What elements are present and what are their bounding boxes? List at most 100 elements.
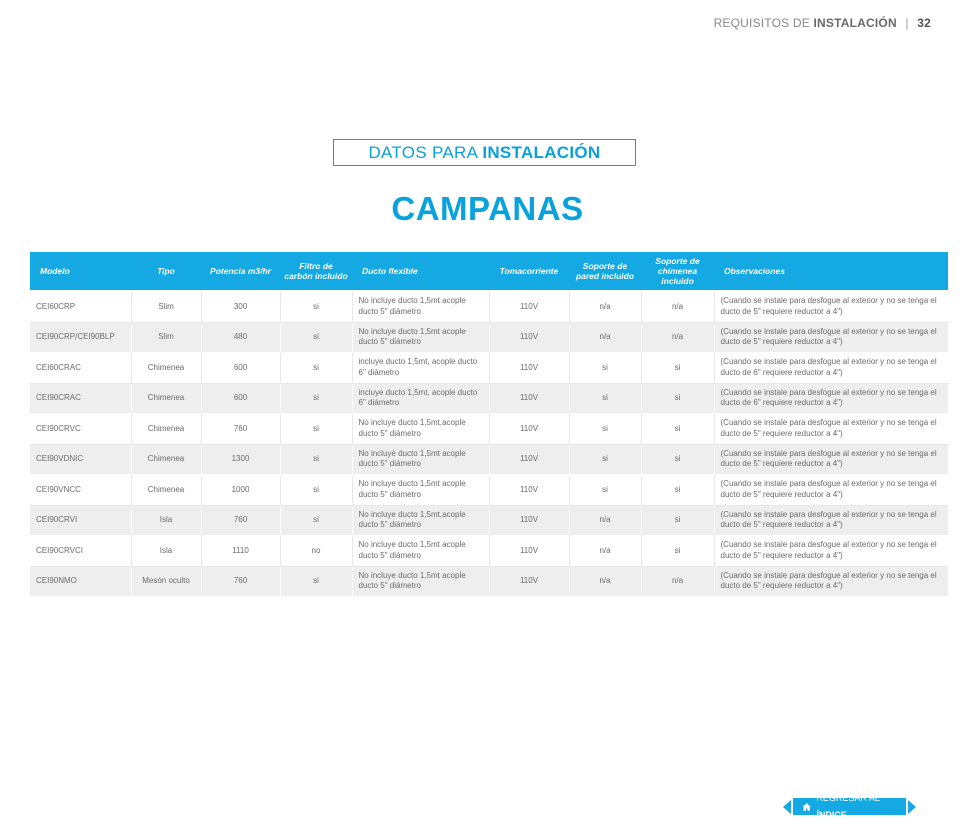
home-icon <box>802 802 811 811</box>
table-cell: n/a <box>569 505 642 536</box>
table-cell: (Cuando se instale para desfogue al exte… <box>714 474 948 506</box>
table-cell: Chimenea <box>131 444 202 475</box>
section-heading-bold: INSTALACIÓN <box>482 143 601 162</box>
table-cell: si <box>641 352 715 384</box>
table-cell: CEI90CRP/CEI90BLP <box>30 322 132 353</box>
table-cell: si <box>280 413 353 445</box>
table-cell: 480 <box>201 322 281 353</box>
table-cell: 600 <box>201 352 281 384</box>
table-cell: No incluye ducto 1,5mt acople ducto 5" d… <box>352 322 490 353</box>
table-cell: no <box>280 535 353 567</box>
table-cell: 110V <box>489 292 570 323</box>
table-row: CEI90CRVCI Isla 1110 no No incluye ducto 1,5… <box>30 535 948 567</box>
table-cell: si <box>641 505 715 536</box>
table-row: CEI90VDNIC Chimenea 1300 si No incluye ducto… <box>30 444 949 475</box>
table-cell: si <box>280 505 353 536</box>
table-cell: si <box>569 413 642 445</box>
table-cell: 600 <box>201 383 281 414</box>
table-body: CEI60CRP Slim 300 si No incluye ducto 1,5mt … <box>30 290 949 597</box>
table-cell: (Cuando se instale para desfogue al exte… <box>714 444 949 475</box>
table-cell: CEI90CRVCI <box>30 535 132 567</box>
table-cell: 300 <box>201 292 281 323</box>
table-cell: No incluye ducto 1,5mt,acople ducto 5" d… <box>352 413 490 445</box>
back-to-index-button[interactable]: REGRESAR AL ÍNDICE <box>783 793 916 820</box>
table-cell: Mesón oculto <box>131 566 202 597</box>
table-cell: (Cuando se instale para desfogue al exte… <box>714 535 948 567</box>
table-cell: CEI90CRVI <box>30 505 132 536</box>
table-cell: 110V <box>489 383 570 414</box>
table-cell: CEI90CRVC <box>30 413 132 445</box>
table-row: CEI90CRP/CEI90BLP Slim 480 si No incluye duc… <box>30 322 949 353</box>
table-cell: Isla <box>131 505 202 536</box>
arrow-right-icon[interactable] <box>908 799 916 814</box>
table-cell: Chimenea <box>131 352 202 384</box>
column-header: Potencia m3/hr <box>201 252 280 290</box>
back-to-index-label[interactable]: REGRESAR AL ÍNDICE <box>793 793 906 820</box>
arrow-left-icon[interactable] <box>783 799 791 814</box>
back-label-light: REGRESAR AL <box>816 792 880 803</box>
page-title: CAMPANAS <box>391 190 584 227</box>
table-cell: si <box>280 474 353 506</box>
table-cell: n/a <box>641 292 715 323</box>
table-row: CEI90CRAC Chimenea 600 si incluye ducto 1,5m… <box>30 383 949 414</box>
table-cell: No incluye ducto 1,5mt acople ducto 5" d… <box>352 535 490 567</box>
table-cell: si <box>641 535 715 567</box>
table-cell: Slim <box>131 322 202 353</box>
table-cell: 760 <box>201 505 281 536</box>
table-cell: si <box>569 474 642 506</box>
table-cell: si <box>641 474 715 506</box>
table-cell: n/a <box>641 566 715 597</box>
table-cell: si <box>569 352 642 384</box>
table-cell: n/a <box>569 566 642 597</box>
table-cell: Chimenea <box>131 474 202 506</box>
table-row: CEI60CRAC Chimenea 600 si incluye ducto 1,5m… <box>30 352 948 384</box>
table-row: CEI90CRVI Isla 760 si No incluye ducto 1,5mt… <box>30 505 949 536</box>
table-cell: CEI90VDNIC <box>30 444 132 475</box>
table-cell: Isla <box>131 535 202 567</box>
table-cell: (Cuando se instale para desfogue al exte… <box>714 352 948 384</box>
table-cell: No incluye ducto 1,5mt acople ducto 5" d… <box>352 566 490 597</box>
header-separator: | <box>905 16 909 30</box>
table-cell: si <box>280 352 353 384</box>
table-cell: 110V <box>489 566 570 597</box>
table-cell: (Cuando se instale para desfogue al exte… <box>714 505 949 536</box>
column-header: Soporte de chimenea incluido <box>641 252 714 290</box>
column-header: Modelo <box>30 252 131 290</box>
table-cell: si <box>280 292 353 323</box>
table-row: CEI90CRVC Chimenea 760 si No incluye ducto 1… <box>30 413 948 445</box>
table-cell: si <box>280 444 353 475</box>
column-header: Filtro de carbón incluido <box>280 252 352 290</box>
table-cell: 760 <box>201 413 281 445</box>
table-cell: CEI90CRAC <box>30 383 132 414</box>
installation-data-table: Modelo Tipo Potencia m3/hr Filtro de carbón… <box>30 252 949 597</box>
table-cell: n/a <box>569 322 642 353</box>
table-cell: si <box>641 444 715 475</box>
table-cell: (Cuando se instale para desfogue al exte… <box>714 383 949 414</box>
table-cell: 110V <box>489 352 570 384</box>
table-cell: si <box>569 444 642 475</box>
table-cell: CEI60CRP <box>30 292 132 323</box>
table-cell: si <box>641 413 715 445</box>
table-row: CEI90VNCC Chimenea 1000 si No incluye ducto … <box>30 474 948 506</box>
page-header: REQUISITOS DE INSTALACIÓN | 32 <box>714 16 931 30</box>
table-cell: n/a <box>569 535 642 567</box>
table-cell: CEI90VNCC <box>30 474 132 506</box>
table-cell: 110V <box>489 413 570 445</box>
table-cell: (Cuando se instale para desfogue al exte… <box>714 566 949 597</box>
table-cell: si <box>280 322 353 353</box>
table-cell: incluye ducto 1,5mt, acople ducto 6" diá… <box>352 383 490 414</box>
table-cell: si <box>569 383 642 414</box>
column-header: Observaciones <box>714 252 948 290</box>
column-header: Ducto flexible <box>352 252 489 290</box>
table-cell: 110V <box>489 505 570 536</box>
table-cell: n/a <box>569 292 642 323</box>
section-heading-box: DATOS PARA INSTALACIÓN <box>333 139 636 166</box>
table-cell: No incluye ducto 1,5mt acople ducto 5" d… <box>352 292 490 323</box>
header-section-light: REQUISITOS DE <box>713 16 810 30</box>
column-header: Tomacorriente <box>489 252 569 290</box>
table-cell: n/a <box>641 322 715 353</box>
table-cell: No incluye ducto 1,5mt,acople ducto 5" d… <box>352 505 490 536</box>
section-heading-light: DATOS PARA <box>368 143 478 162</box>
table-cell: 1110 <box>201 535 281 567</box>
table-cell: si <box>641 383 715 414</box>
